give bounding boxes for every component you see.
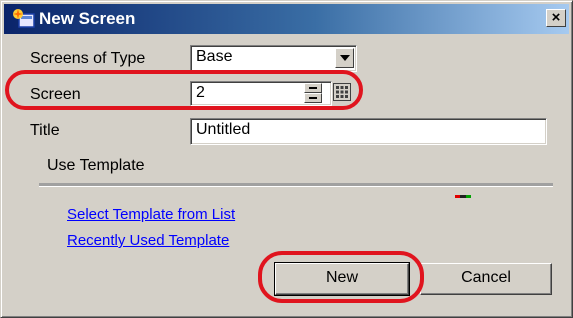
separator	[39, 183, 553, 187]
close-icon: ×	[551, 9, 561, 26]
cancel-button-label: Cancel	[461, 269, 511, 286]
title-label: Title	[30, 122, 60, 139]
select-template-link[interactable]: Select Template from List	[67, 205, 235, 225]
cancel-button[interactable]: Cancel	[420, 263, 552, 295]
close-button[interactable]: ×	[546, 9, 566, 27]
screen-label: Screen	[30, 86, 81, 103]
screens-of-type-select[interactable]: Base	[190, 45, 357, 72]
new-button[interactable]: New	[274, 262, 410, 296]
screens-of-type-value: Base	[196, 48, 233, 65]
spin-down-button[interactable]	[304, 93, 322, 103]
title-value: Untitled	[196, 121, 251, 138]
keypad-icon[interactable]	[333, 83, 351, 101]
color-mark-icon	[455, 195, 471, 198]
title-bar[interactable]: New Screen ×	[4, 4, 569, 34]
screen-number-value: 2	[196, 84, 205, 101]
new-screen-dialog: New Screen × Screens of Type Base Screen…	[0, 0, 573, 318]
screens-of-type-label: Screens of Type	[30, 50, 146, 67]
chevron-down-icon[interactable]	[335, 48, 354, 68]
use-template-label: Use Template	[47, 157, 145, 174]
title-input[interactable]: Untitled	[190, 118, 547, 145]
spin-up-button[interactable]	[304, 83, 322, 93]
window-title: New Screen	[39, 9, 136, 28]
new-button-label: New	[325, 269, 358, 286]
new-screen-icon	[13, 9, 35, 28]
recent-template-link[interactable]: Recently Used Template	[67, 231, 229, 251]
